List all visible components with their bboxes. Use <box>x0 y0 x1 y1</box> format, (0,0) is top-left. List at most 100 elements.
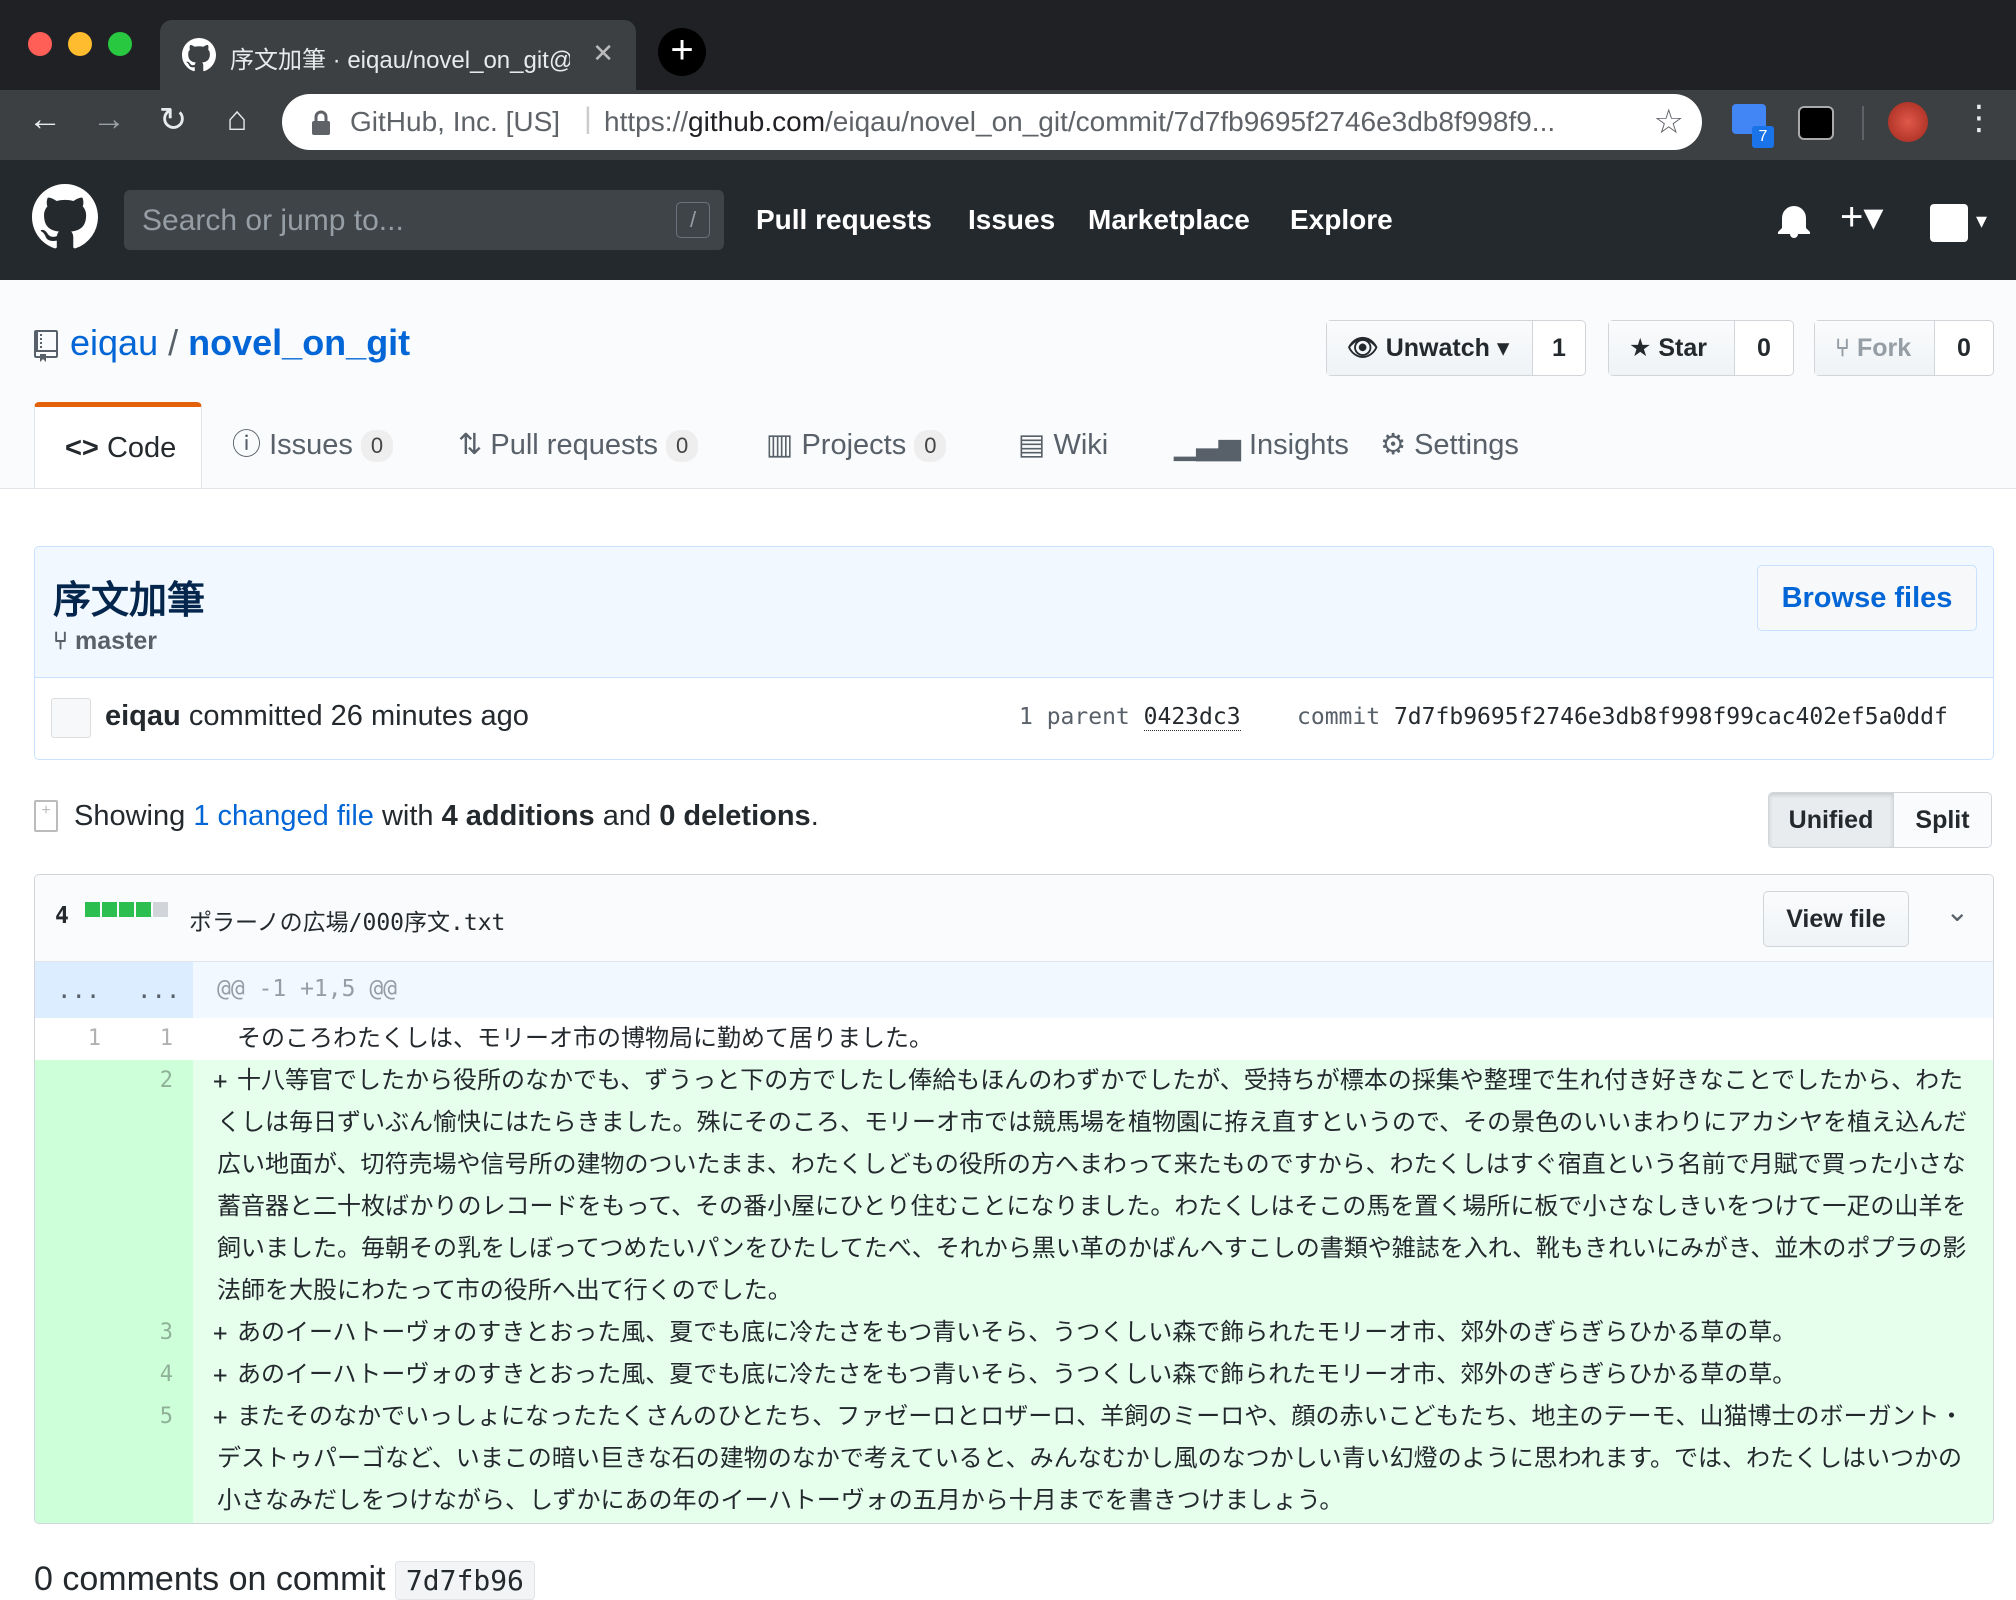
maximize-window-icon[interactable] <box>108 32 132 56</box>
tab-settings-label: Settings <box>1414 429 1519 461</box>
user-menu-caret-icon[interactable]: ▾ <box>1976 208 1987 234</box>
diffstat-added-block <box>119 902 134 918</box>
changed-files-link[interactable]: 1 changed file <box>193 800 374 832</box>
back-icon[interactable]: ← <box>20 100 70 139</box>
forward-icon[interactable]: → <box>84 100 134 139</box>
minimize-window-icon[interactable] <box>68 32 92 56</box>
star-button[interactable]: ★ Star <box>1609 321 1735 375</box>
fork-count[interactable]: 0 <box>1935 321 1993 375</box>
diff-line: 4 + あのイーハトーヴォのすきとおった風、夏でも底に冷たさをもつ青いそら、うつく… <box>35 1354 1993 1396</box>
nav-explore[interactable]: Explore <box>1290 204 1393 236</box>
file-diff-icon: + <box>34 800 58 832</box>
address-bar[interactable]: GitHub, Inc. [US] | https://github.com/e… <box>282 94 1702 150</box>
user-avatar[interactable] <box>1930 204 1968 242</box>
unwatch-label: Unwatch <box>1385 334 1490 362</box>
bookmark-star-icon[interactable]: ☆ <box>1654 102 1684 142</box>
nav-issues[interactable]: Issues <box>968 204 1055 236</box>
hunk-row: ... ... @@ -1 +1,5 @@ <box>35 962 1993 1018</box>
line-code: + またそのなかでいっしょになったたくさんのひとたち、ファゼーロとロザーロ、羊飼の… <box>193 1396 1983 1522</box>
unified-button[interactable]: Unified <box>1769 793 1894 847</box>
watch-count[interactable]: 1 <box>1533 321 1585 375</box>
star-count[interactable]: 0 <box>1735 321 1793 375</box>
star-icon: ★ <box>1629 334 1652 362</box>
commit-sha: commit 7d7fb9695f2746e3db8f998f99cac402e… <box>1297 704 1948 730</box>
new-line-number[interactable]: 2 <box>133 1068 173 1093</box>
close-window-icon[interactable] <box>28 32 52 56</box>
repo-name-link[interactable]: novel_on_git <box>188 322 410 363</box>
nav-marketplace[interactable]: Marketplace <box>1088 204 1250 236</box>
diff-line: 3 + あのイーハトーヴォのすきとおった風、夏でも底に冷たさをもつ青いそら、うつく… <box>35 1312 1993 1354</box>
file-path[interactable]: ポラーノの広場/000序文.txt <box>189 903 505 937</box>
and-label: and <box>602 800 652 832</box>
parent-sha-link[interactable]: 0423dc3 <box>1143 704 1241 731</box>
line-text: 十八等官でしたから役所のなかでも、ずうっと下の方でしたし俸給もほんのわずかでした… <box>217 1067 1968 1304</box>
tab-insights-label: Insights <box>1248 429 1349 461</box>
tab-wiki[interactable]: ▤ Wiki <box>1018 402 1108 488</box>
line-code: そのころわたくしは、モリーオ市の博物局に勤めて居りました。 <box>193 1018 1983 1060</box>
new-line-number[interactable]: 3 <box>133 1320 173 1345</box>
author-avatar[interactable] <box>51 698 91 738</box>
author-link[interactable]: eiqau <box>105 700 181 732</box>
expand-down-icon[interactable]: ... <box>137 976 180 1004</box>
tab-insights[interactable]: ▁▃▅ Insights <box>1174 402 1349 488</box>
branch-icon: ⑂ <box>53 627 69 655</box>
hunk-gutter[interactable]: ... ... <box>35 962 193 1018</box>
repo-owner-link[interactable]: eiqau <box>70 322 158 363</box>
diffstat-added-block <box>85 902 100 918</box>
new-line-number[interactable]: 5 <box>133 1404 173 1429</box>
split-button[interactable]: Split <box>1894 793 1991 847</box>
tab-projects[interactable]: ▥ Projects 0 <box>766 402 947 488</box>
tab-code-label: Code <box>106 432 177 464</box>
line-text: またそのなかでいっしょになったたくさんのひとたち、ファゼーロとロザーロ、羊飼のミ… <box>217 1403 1964 1514</box>
tab-code[interactable]: <> Code <box>34 402 202 488</box>
file-diff: 4 ポラーノの広場/000序文.txt View file ⌄ ... ... … <box>34 874 1994 1524</box>
create-new-icon[interactable]: +▾ <box>1840 194 1883 240</box>
tab-title: 序文加筆 · eiqau/novel_on_git@ <box>230 47 570 74</box>
site-identity: GitHub, Inc. [US] <box>350 106 561 137</box>
commit-meta: eiqau committed 26 minutes ago 1 parent … <box>35 678 1993 759</box>
new-line-number[interactable]: 1 <box>133 1026 173 1051</box>
unwatch-button[interactable]: 👁 Unwatch ▾ <box>1327 321 1533 375</box>
line-gutter: 2 <box>35 1060 193 1312</box>
summary-period: . <box>810 800 819 832</box>
github-logo-icon[interactable] <box>32 184 98 250</box>
collapse-chevron-icon[interactable]: ⌄ <box>1946 895 1969 928</box>
fork-icon: ⑂ <box>1835 334 1851 362</box>
search-input[interactable]: Search or jump to... / <box>124 190 724 250</box>
tab-settings[interactable]: ⚙ Settings <box>1380 402 1519 488</box>
line-gutter: 1 1 <box>35 1018 193 1060</box>
parent-label: 1 parent <box>1019 704 1130 730</box>
issues-counter: 0 <box>360 430 394 463</box>
fork-button-group: ⑂ Fork 0 <box>1814 320 1994 376</box>
new-tab-button[interactable]: + <box>658 28 706 76</box>
branch-name[interactable]: master <box>75 627 157 655</box>
new-line-number[interactable]: 4 <box>133 1362 173 1387</box>
diffstat-added-block <box>136 902 151 918</box>
fork-button[interactable]: ⑂ Fork <box>1815 321 1935 375</box>
fork-label: Fork <box>1856 334 1912 362</box>
line-code: + あのイーハトーヴォのすきとおった風、夏でも底に冷たさをもつ青いそら、うつくしい… <box>193 1312 1983 1354</box>
nav-pull-requests[interactable]: Pull requests <box>756 204 932 236</box>
old-line-number[interactable]: 1 <box>61 1026 101 1051</box>
tab-wiki-label: Wiki <box>1053 429 1109 461</box>
browser-menu-icon[interactable]: ⋮ <box>1962 98 1996 138</box>
profile-avatar-icon[interactable] <box>1888 102 1928 142</box>
tab-pull-requests[interactable]: ⇅ Pull requests 0 <box>458 402 699 488</box>
home-icon[interactable]: ⌂ <box>212 100 262 139</box>
repo-separator: / <box>168 322 179 363</box>
diffstat-added-block <box>102 902 117 918</box>
notifications-bell-icon[interactable] <box>1778 204 1810 238</box>
commit-sha-value: 7d7fb9695f2746e3db8f998f99cac402ef5a0ddf <box>1393 704 1948 730</box>
repo-icon <box>34 330 58 362</box>
hunk-header: @@ -1 +1,5 @@ <box>217 976 398 1002</box>
view-file-button[interactable]: View file <box>1763 891 1909 947</box>
extension-glasses-icon[interactable] <box>1798 106 1834 140</box>
tab-issues[interactable]: ⓘ Issues 0 <box>232 402 394 488</box>
line-text: あのイーハトーヴォのすきとおった風、夏でも底に冷たさをもつ青いそら、うつくしい森… <box>237 1361 1797 1388</box>
browse-files-button[interactable]: Browse files <box>1757 565 1977 631</box>
line-code: + 十八等官でしたから役所のなかでも、ずうっと下の方でしたし俸給もほんのわずかでし… <box>193 1060 1983 1312</box>
diffstat <box>85 901 170 919</box>
close-tab-icon[interactable]: ✕ <box>592 38 614 69</box>
expand-up-icon[interactable]: ... <box>57 976 100 1004</box>
reload-icon[interactable]: ↻ <box>148 100 198 140</box>
